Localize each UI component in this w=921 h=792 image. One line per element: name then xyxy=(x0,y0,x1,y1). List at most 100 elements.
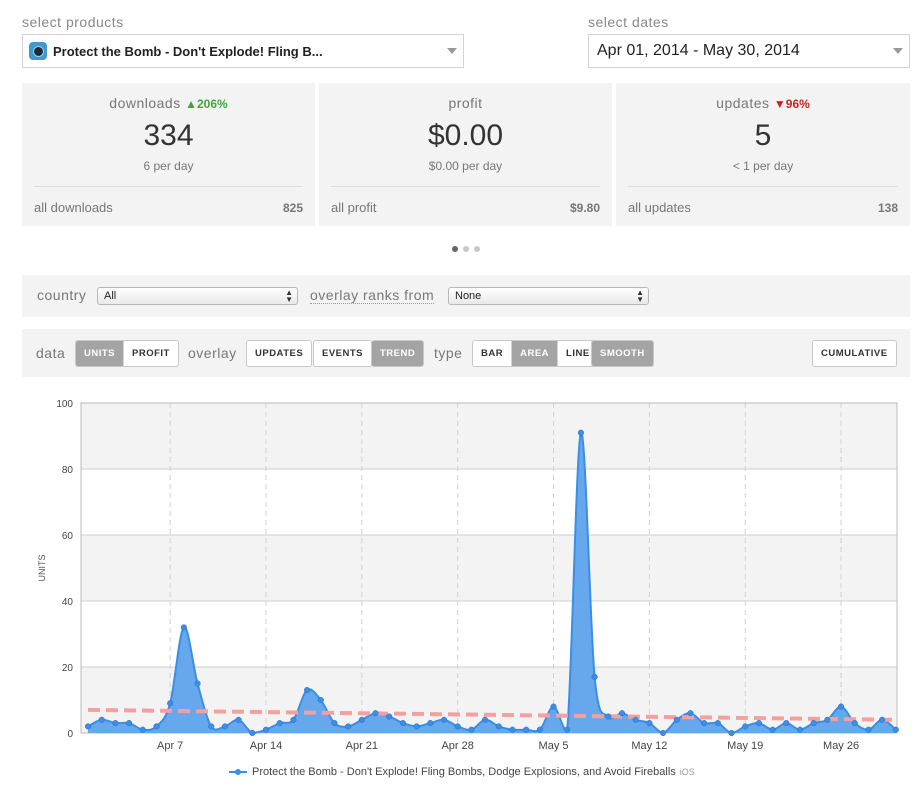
x-tick-label: Apr 21 xyxy=(346,740,378,752)
data-point xyxy=(180,624,187,631)
cumulative-button[interactable]: CUMULATIVE xyxy=(813,341,896,366)
data-point xyxy=(468,726,475,733)
data-point xyxy=(509,726,516,733)
card-value: 334 xyxy=(143,119,194,152)
x-tick-label: May 26 xyxy=(823,740,859,752)
profit-button[interactable]: PROFIT xyxy=(124,341,178,366)
card-footer-label: all updates xyxy=(628,200,691,215)
card-footer-label: all profit xyxy=(331,200,377,215)
data-point xyxy=(345,723,352,730)
events-button[interactable]: EVENTS xyxy=(314,341,372,366)
data-point xyxy=(482,716,489,723)
type-button-group: BAR AREA LINE xyxy=(472,340,599,367)
data-point xyxy=(550,703,557,710)
divider xyxy=(34,186,303,187)
data-point xyxy=(153,723,160,730)
x-tick-label: May 19 xyxy=(727,740,763,752)
data-point xyxy=(879,716,886,723)
overlay-ranks-select-value: None xyxy=(455,290,482,302)
date-range-select[interactable]: Apr 01, 2014 - May 30, 2014 xyxy=(588,34,910,68)
delta-value: 206% xyxy=(197,97,228,111)
bar-button[interactable]: BAR xyxy=(473,341,513,366)
data-point xyxy=(892,726,899,733)
divider xyxy=(331,186,600,187)
data-point xyxy=(98,716,105,723)
trend-button[interactable]: TREND xyxy=(372,341,424,366)
chart-toolbar: data UNITS PROFIT overlay UPDATES EVENTS… xyxy=(22,329,910,377)
updates-button[interactable]: UPDATES xyxy=(247,341,312,366)
delta-value: 96% xyxy=(785,97,810,111)
card-title: profit xyxy=(448,95,483,111)
data-point xyxy=(755,720,762,727)
data-point xyxy=(399,720,406,727)
data-point xyxy=(851,720,858,727)
data-point xyxy=(84,723,92,730)
y-tick-label: 80 xyxy=(62,465,74,476)
updown-arrows-icon: ▲ ▼ xyxy=(285,288,293,304)
data-point xyxy=(495,723,502,730)
data-point xyxy=(262,726,270,733)
data-button-group: UNITS PROFIT xyxy=(75,340,179,367)
data-point xyxy=(796,726,804,733)
profit-card[interactable]: profit $0.00 $0.00 per day all profit $9… xyxy=(319,83,612,226)
data-point xyxy=(427,720,434,727)
chevron-down-icon[interactable] xyxy=(441,35,463,67)
products-label: select products xyxy=(22,14,124,30)
chevron-down-icon[interactable] xyxy=(887,35,909,67)
product-select[interactable]: Protect the Bomb - Don't Explode! Fling … xyxy=(22,34,464,68)
pager-dot[interactable] xyxy=(452,246,458,252)
data-point xyxy=(331,720,338,727)
chart-svg: 0 20 40 60 80 100 Apr 7 Apr 14 Apr 21 Apr 28 May 5… xyxy=(37,399,899,752)
data-point xyxy=(605,713,612,720)
data-point xyxy=(591,673,598,680)
data-point xyxy=(632,716,639,723)
y-axis-label: UNITS xyxy=(37,555,47,582)
x-tick-label: May 5 xyxy=(539,740,569,752)
app-icon xyxy=(29,42,47,60)
data-point xyxy=(249,729,256,737)
date-range-value: Apr 01, 2014 - May 30, 2014 xyxy=(597,42,800,59)
dates-label: select dates xyxy=(588,14,669,30)
legend-series-name: Protect the Bomb - Don't Explode! Fling … xyxy=(252,766,676,778)
carousel-pager xyxy=(452,246,480,252)
overlay-ranks-select[interactable]: None ▲ ▼ xyxy=(448,287,649,305)
data-point xyxy=(290,716,297,723)
card-title: updates xyxy=(716,95,770,111)
events-button-group: EVENTS xyxy=(313,340,373,367)
data-point xyxy=(701,720,708,727)
overlay-label: overlay xyxy=(188,345,237,361)
y-tick-label: 40 xyxy=(62,597,74,608)
data-point xyxy=(112,720,119,727)
smooth-button[interactable]: SMOOTH xyxy=(592,341,653,366)
card-value: 5 xyxy=(754,119,772,152)
country-select[interactable]: All ▲ ▼ xyxy=(97,287,298,305)
smooth-button-group: SMOOTH xyxy=(591,340,654,367)
data-point xyxy=(865,726,872,733)
pager-dot[interactable] xyxy=(463,246,469,252)
units-button[interactable]: UNITS xyxy=(76,341,124,366)
data-point xyxy=(673,716,680,723)
data-label: data xyxy=(36,345,66,361)
chart-legend[interactable]: Protect the Bomb - Don't Explode! Fling … xyxy=(228,766,695,778)
product-select-value: Protect the Bomb - Don't Explode! Fling … xyxy=(53,43,323,59)
grid-band xyxy=(81,403,897,469)
x-tick-label: Apr 28 xyxy=(441,740,473,752)
data-point xyxy=(742,723,749,730)
legend-series-icon xyxy=(229,769,247,775)
legend-platform: iOS xyxy=(679,767,695,777)
data-point xyxy=(440,716,448,723)
area-button[interactable]: AREA xyxy=(512,341,559,366)
x-tick-label: May 12 xyxy=(631,740,667,752)
country-label: country xyxy=(37,287,87,303)
country-select-value: All xyxy=(104,290,117,302)
card-subtext: 6 per day xyxy=(143,159,194,173)
data-point xyxy=(714,720,721,727)
divider xyxy=(628,186,898,187)
data-point xyxy=(194,680,201,687)
data-point xyxy=(564,726,571,733)
card-footer-value: 138 xyxy=(877,201,898,215)
updates-card[interactable]: updates ▼96% 5 < 1 per day all updates 1… xyxy=(616,83,910,226)
downloads-card[interactable]: downloads ▲206% 334 6 per day all downlo… xyxy=(22,83,315,226)
overlay-ranks-label: overlay ranks from xyxy=(310,287,435,304)
pager-dot[interactable] xyxy=(474,246,480,252)
